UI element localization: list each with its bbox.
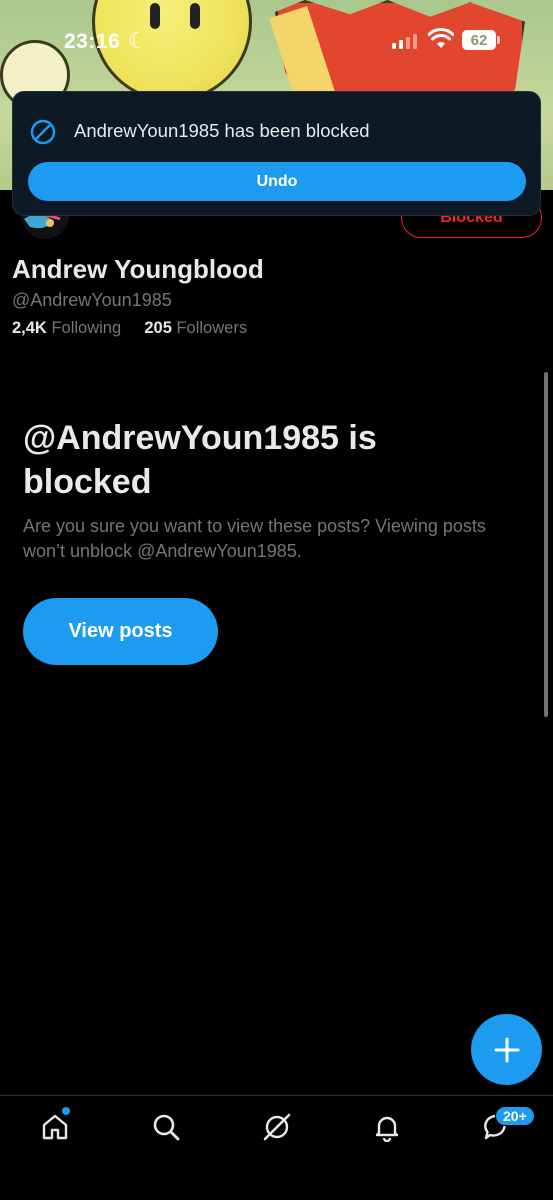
home-icon[interactable] xyxy=(40,1112,70,1142)
battery-tip xyxy=(497,36,500,44)
toast-message: AndrewYoun1985 has been blocked xyxy=(74,120,370,141)
view-posts-button[interactable]: View posts xyxy=(23,598,218,665)
blocked-title: @AndrewYoun1985 is blocked xyxy=(23,419,377,501)
cellular-signal-icon xyxy=(392,33,417,49)
wifi-icon xyxy=(428,28,454,48)
battery-indicator: 62 xyxy=(462,30,496,50)
following-label[interactable]: Following xyxy=(51,319,121,337)
blocked-toast: AndrewYoun1985 has been blocked Undo xyxy=(12,91,541,216)
followers-label[interactable]: Followers xyxy=(176,319,247,337)
block-icon xyxy=(30,119,56,145)
blocked-description: Are you sure you want to view these post… xyxy=(23,516,486,561)
messages-badge: 20+ xyxy=(495,1106,535,1126)
status-time: 23:16 xyxy=(64,30,121,53)
followers-count[interactable]: 205 xyxy=(144,319,172,337)
profile-name: Andrew Youngblood xyxy=(12,254,264,284)
plus-icon xyxy=(494,1037,519,1062)
moon-icon: ☾ xyxy=(128,28,148,53)
profile-stats: 2,4K Following 205 Followers xyxy=(12,319,247,338)
profile-handle: @AndrewYoun1985 xyxy=(12,290,172,310)
bottom-nav xyxy=(0,1095,553,1200)
scrollbar[interactable] xyxy=(544,372,548,717)
following-count[interactable]: 2,4K xyxy=(12,319,47,337)
compose-button[interactable] xyxy=(471,1014,542,1085)
undo-button[interactable]: Undo xyxy=(28,162,526,201)
grok-icon[interactable] xyxy=(262,1112,292,1142)
home-notification-dot xyxy=(62,1107,70,1115)
bell-icon[interactable] xyxy=(372,1112,402,1142)
search-icon[interactable] xyxy=(151,1112,181,1142)
status-bar: 23:16 ☾ 62 xyxy=(0,0,553,86)
